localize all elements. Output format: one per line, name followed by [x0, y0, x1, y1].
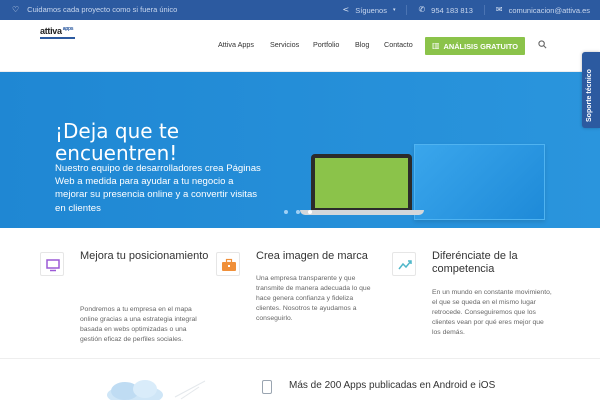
- divider: [483, 5, 485, 15]
- trend-icon: [392, 252, 416, 276]
- hero-subtitle-end: en clientes: [55, 203, 101, 214]
- nav-contacto[interactable]: Contacto: [384, 40, 413, 49]
- topbar-left: ♡ Cuidamos cada proyecto como si fuera ú…: [12, 5, 177, 14]
- topbar-right: < Síguenos ▾ ✆ 954 183 813 ✉ comunicacio…: [343, 5, 590, 15]
- feature-text: En un mundo en constante movimiento, el …: [432, 289, 552, 336]
- mail-icon: ✉: [495, 5, 503, 14]
- briefcase-icon: [216, 252, 240, 276]
- email-link[interactable]: comunicacion@attiva.es: [509, 6, 590, 15]
- logo[interactable]: attivaapps: [40, 26, 75, 39]
- hero-slider: ¡Deja que te encuentren! Nuestro equipo …: [0, 72, 600, 228]
- apps-section: Más de 200 Apps publicadas en Android e …: [0, 359, 600, 400]
- laptop-screen: [315, 158, 408, 208]
- cloud-illustration: [107, 380, 206, 400]
- monitor-icon: [40, 252, 64, 276]
- nav-blog[interactable]: Blog: [355, 40, 369, 49]
- feature-title: Mejora tu posicionamiento: [80, 250, 209, 262]
- chart-icon: ▥: [431, 41, 440, 50]
- slider-dot-2[interactable]: [296, 210, 300, 214]
- topbar-slogan: Cuidamos cada proyecto como si fuera úni…: [27, 5, 178, 14]
- heart-icon: ♡: [12, 4, 20, 14]
- chevron-down-icon: ▾: [392, 7, 396, 13]
- phone-link[interactable]: 954 183 813: [431, 6, 473, 15]
- nav-attiva-apps[interactable]: Attiva Apps: [218, 40, 254, 49]
- share-icon: <: [342, 5, 350, 14]
- feature-text: Pondremos a tu empresa en el mapa online…: [80, 306, 197, 343]
- free-analysis-button[interactable]: ▥ ANÁLISIS GRATUITO: [425, 37, 525, 55]
- divider: [406, 5, 408, 15]
- social-menu[interactable]: Síguenos: [355, 6, 387, 15]
- apps-headline: Más de 200 Apps publicadas en Android e …: [289, 380, 496, 391]
- tablet-illustration: [414, 144, 545, 220]
- features-section: Mejora tu posicionamiento Pondremos a tu…: [0, 228, 600, 358]
- feature-title: Crea imagen de marca: [256, 250, 368, 262]
- logo-underline: [40, 37, 75, 39]
- slider-dot-3[interactable]: [308, 210, 312, 214]
- laptop-base: [300, 210, 424, 215]
- slider-dots: [284, 210, 312, 214]
- slider-dot-1[interactable]: [284, 210, 288, 214]
- phone-icon: ✆: [418, 5, 426, 14]
- search-icon[interactable]: [538, 40, 547, 49]
- site-header: attivaapps Attiva Apps Servicios Portfol…: [0, 20, 600, 72]
- cta-label: ANÁLISIS GRATUITO: [443, 41, 519, 51]
- logo-text: attiva: [40, 26, 62, 36]
- logo-sub: apps: [62, 26, 74, 32]
- support-label: Soporte técnico: [586, 69, 593, 122]
- support-tab[interactable]: Soporte técnico: [582, 52, 600, 128]
- feature-text: Una empresa transparente y que transmite…: [256, 275, 371, 322]
- laptop-illustration: [311, 154, 412, 210]
- hero-title: ¡Deja que te encuentren!: [55, 119, 180, 165]
- nav-portfolio[interactable]: Portfolio: [313, 40, 339, 49]
- nav-servicios[interactable]: Servicios: [270, 40, 299, 49]
- mobile-icon: [262, 380, 272, 394]
- hero-subtitle: Nuestro equipo de desarrolladores crea P…: [55, 163, 261, 200]
- feature-title: Diferénciate de la competencia: [432, 250, 518, 275]
- top-bar: ♡ Cuidamos cada proyecto como si fuera ú…: [0, 0, 600, 20]
